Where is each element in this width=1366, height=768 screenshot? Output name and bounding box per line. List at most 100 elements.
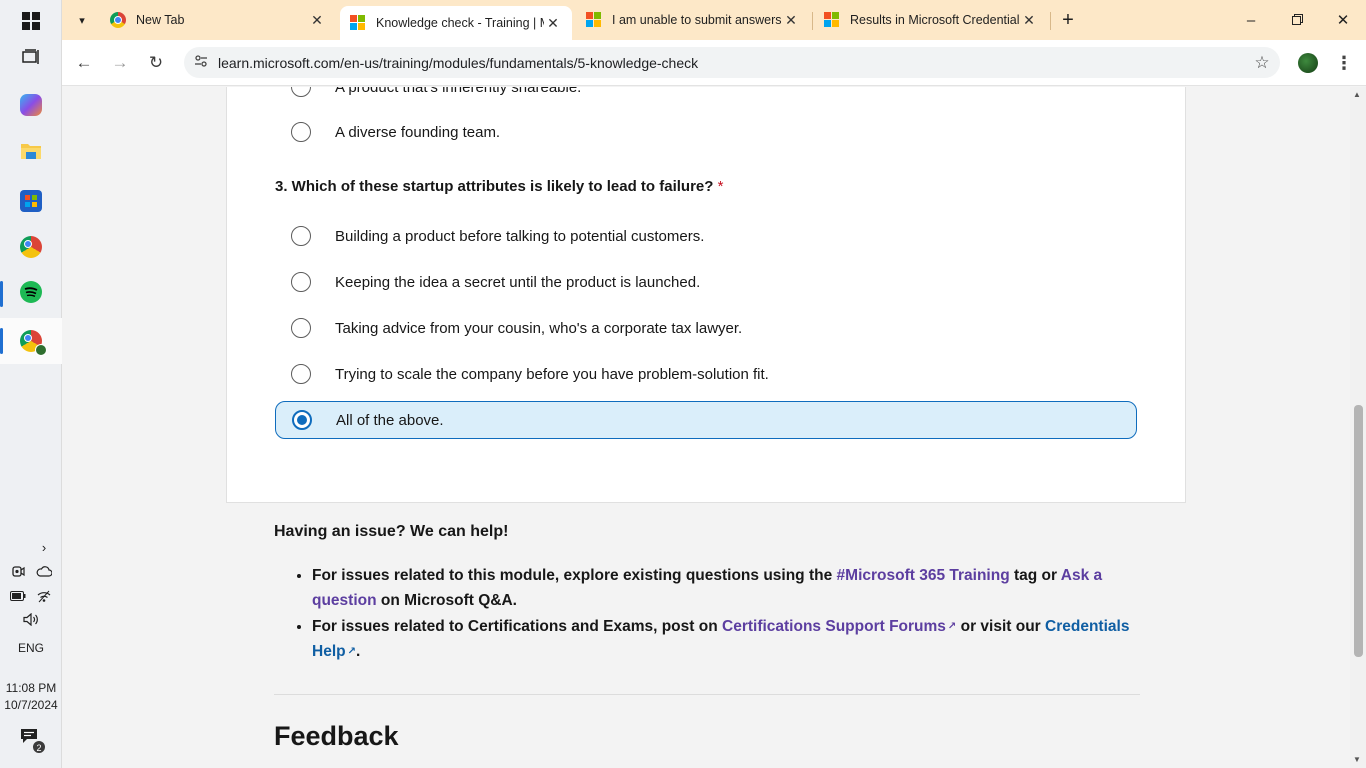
microsoft-icon <box>350 15 366 31</box>
close-icon[interactable]: ✕ <box>1020 12 1038 29</box>
more-vertical-icon: ⋮ <box>1335 52 1353 73</box>
radio-button[interactable] <box>291 87 311 97</box>
onedrive-icon[interactable] <box>36 564 52 578</box>
new-tab-button[interactable]: + <box>1054 0 1082 40</box>
scroll-down-arrow-icon[interactable]: ▼ <box>1353 755 1361 764</box>
question-text: 3. Which of these startup attributes is … <box>275 178 714 195</box>
chrome-button[interactable] <box>0 224 62 270</box>
profile-avatar[interactable] <box>1298 53 1318 73</box>
forward-button[interactable]: → <box>106 49 134 77</box>
spotify-button[interactable] <box>0 271 62 317</box>
help-item: For issues related to Certifications and… <box>312 614 1140 664</box>
close-icon: ✕ <box>1336 12 1350 29</box>
answer-option[interactable]: Keeping the idea a secret until the prod… <box>275 263 1137 301</box>
tab-separator <box>812 12 813 30</box>
minimize-button[interactable]: – <box>1228 0 1274 40</box>
restore-button[interactable] <box>1274 0 1320 40</box>
reload-icon: ↻ <box>148 53 164 72</box>
help-section: Having an issue? We can help! For issues… <box>274 523 1140 665</box>
feedback-heading: Feedback <box>274 721 399 751</box>
answer-option[interactable]: A product that's inherently shareable. <box>275 87 1137 106</box>
option-label: Trying to scale the company before you h… <box>335 365 769 383</box>
browser-toolbar: ← → ↻ learn.microsoft.com/en-us/training… <box>62 40 1366 86</box>
task-view-icon <box>22 48 40 70</box>
certifications-forums-link[interactable]: Certifications Support Forums ↗ <box>722 618 956 635</box>
option-label: A product that's inherently shareable. <box>335 87 582 96</box>
close-icon[interactable]: ✕ <box>782 12 800 29</box>
close-icon[interactable]: ✕ <box>544 15 562 32</box>
language-indicator[interactable]: ENG <box>0 641 62 655</box>
radio-button[interactable] <box>291 364 311 384</box>
chevron-down-icon: ▾ <box>79 14 85 27</box>
network-icon[interactable] <box>36 589 52 603</box>
browser-menu-button[interactable]: ⋮ <box>1334 49 1354 77</box>
tab-search-button[interactable]: ▾ <box>68 0 96 40</box>
knowledge-check-card: A product that's inherently shareable. A… <box>226 87 1186 503</box>
chrome-profile-icon <box>20 330 47 356</box>
scroll-up-arrow-icon[interactable]: ▲ <box>1353 90 1361 99</box>
option-label: A diverse founding team. <box>335 123 501 141</box>
clock-date: 10/7/2024 <box>4 698 58 712</box>
back-button[interactable]: ← <box>70 49 98 77</box>
close-window-button[interactable]: ✕ <box>1320 0 1366 40</box>
help-item: For issues related to this module, explo… <box>312 563 1140 613</box>
tab-strip: ▾ New Tab ✕ Knowledge check - Training |… <box>62 0 1366 40</box>
link-text: Certifications Support Forums <box>722 618 946 635</box>
tray-expand[interactable]: › <box>0 540 62 555</box>
help-list: For issues related to this module, explo… <box>274 563 1140 664</box>
windows-logo-icon <box>22 11 40 35</box>
bookmark-star-icon[interactable]: ☆ <box>1244 53 1280 73</box>
option-label: Taking advice from your cousin, who's a … <box>335 319 743 337</box>
radio-button[interactable] <box>291 226 311 246</box>
help-text: or visit our <box>956 618 1046 635</box>
notification-center-button[interactable]: 2 <box>20 728 46 754</box>
site-info-icon[interactable] <box>184 54 218 71</box>
task-view-button[interactable] <box>0 36 62 82</box>
page-viewport: A product that's inherently shareable. A… <box>62 87 1350 768</box>
chrome-profile-button[interactable] <box>0 318 62 364</box>
answer-option-selected[interactable]: All of the above. <box>275 401 1137 439</box>
reload-button[interactable]: ↻ <box>142 49 170 77</box>
help-text: on Microsoft Q&A. <box>376 592 517 609</box>
radio-button[interactable] <box>291 318 311 338</box>
clock[interactable]: 11:08 PM 10/7/2024 <box>0 680 62 714</box>
close-icon[interactable]: ✕ <box>308 12 326 29</box>
required-mark: * <box>717 178 724 195</box>
tab-new-tab[interactable]: New Tab ✕ <box>100 0 336 40</box>
copilot-button[interactable] <box>0 82 62 128</box>
tab-unable-to-submit[interactable]: I am unable to submit answers f ✕ <box>576 0 810 40</box>
answer-option[interactable]: Building a product before talking to pot… <box>275 217 1137 255</box>
speaker-icon[interactable] <box>23 612 39 626</box>
radio-button-checked[interactable] <box>292 410 312 430</box>
answer-option[interactable]: A diverse founding team. <box>275 113 1137 151</box>
copilot-icon <box>20 94 42 116</box>
minimize-icon: – <box>1246 11 1256 29</box>
page-scrollbar[interactable]: ▲ ▼ <box>1350 87 1366 768</box>
chrome-icon <box>110 12 126 28</box>
microsoft-store-button[interactable] <box>0 178 62 224</box>
plus-icon: + <box>1062 8 1074 31</box>
tab-knowledge-check[interactable]: Knowledge check - Training | M ✕ <box>340 6 572 40</box>
microsoft-icon <box>586 12 602 28</box>
option-label: Building a product before talking to pot… <box>335 227 705 245</box>
folder-icon <box>20 141 42 166</box>
help-text: . <box>355 643 361 660</box>
question-3-title: 3. Which of these startup attributes is … <box>275 178 723 195</box>
answer-option[interactable]: Trying to scale the company before you h… <box>275 355 1137 393</box>
address-bar[interactable]: learn.microsoft.com/en-us/training/modul… <box>184 47 1280 78</box>
file-explorer-button[interactable] <box>0 130 62 176</box>
radio-button[interactable] <box>291 122 311 142</box>
meet-icon[interactable] <box>10 564 26 578</box>
radio-button[interactable] <box>291 272 311 292</box>
answer-option[interactable]: Taking advice from your cousin, who's a … <box>275 309 1137 347</box>
battery-icon[interactable] <box>10 589 26 603</box>
option-label: All of the above. <box>336 411 444 429</box>
tray-row-2 <box>0 589 62 603</box>
arrow-left-icon: ← <box>75 53 93 72</box>
chrome-icon <box>20 236 42 258</box>
tab-results-credentials[interactable]: Results in Microsoft Credentials ✕ <box>814 0 1048 40</box>
scrollbar-thumb[interactable] <box>1354 405 1363 657</box>
microsoft-365-training-link[interactable]: #Microsoft 365 Training <box>837 567 1010 584</box>
notification-count: 2 <box>32 740 46 754</box>
arrow-right-icon: → <box>111 53 129 72</box>
